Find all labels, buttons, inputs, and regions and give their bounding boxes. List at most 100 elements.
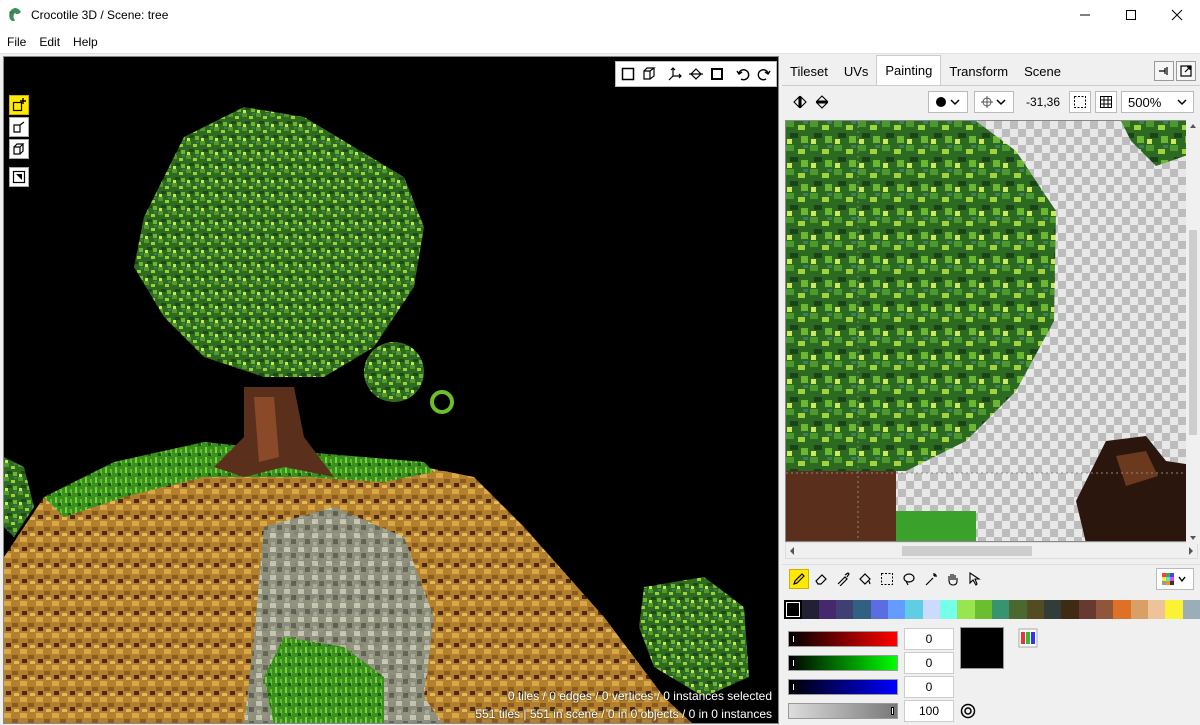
- palette-swatch[interactable]: [1061, 600, 1079, 619]
- palette-swatch[interactable]: [836, 600, 854, 619]
- tab-transform[interactable]: Transform: [941, 57, 1016, 85]
- tile-texture: [786, 121, 1197, 541]
- crosshair-icon: [981, 96, 1006, 108]
- color-wheel-icon[interactable]: [960, 703, 976, 719]
- rotate-cw-button[interactable]: [754, 64, 774, 84]
- palette-swatch[interactable]: [957, 600, 975, 619]
- palette-swatch[interactable]: [974, 600, 993, 619]
- close-button[interactable]: [1154, 0, 1200, 30]
- palette-swatch[interactable]: [1096, 600, 1114, 619]
- palette-swatch[interactable]: [818, 600, 837, 619]
- brush-size-select[interactable]: [974, 91, 1014, 113]
- cube-icon: [643, 67, 656, 80]
- palette-swatch[interactable]: [853, 600, 871, 619]
- green-channel-row: 0: [788, 652, 988, 674]
- menu-edit[interactable]: Edit: [33, 30, 66, 54]
- move-gizmo-button[interactable]: [665, 64, 685, 84]
- palette-swatch[interactable]: [870, 600, 889, 619]
- paint-tool-bar: [782, 564, 1200, 592]
- panel-popout-button[interactable]: [1176, 61, 1196, 81]
- green-value[interactable]: 0: [904, 652, 954, 674]
- square-icon: [621, 67, 635, 81]
- palette-swatch[interactable]: [784, 600, 802, 619]
- draw-face-button[interactable]: [9, 117, 29, 137]
- brush-shape-select[interactable]: [928, 91, 968, 113]
- tab-painting[interactable]: Painting: [876, 55, 942, 85]
- pencil-tool-button[interactable]: [789, 568, 809, 589]
- palette-swatch[interactable]: [1026, 600, 1045, 619]
- palette-swatch[interactable]: [905, 600, 923, 619]
- object-mode-button[interactable]: [639, 64, 659, 84]
- pan-tool-button[interactable]: [943, 569, 963, 589]
- palette-swatch[interactable]: [1113, 600, 1131, 619]
- undock-icon: [1159, 67, 1168, 75]
- current-color-preview[interactable]: [960, 627, 1014, 677]
- menu-file[interactable]: File: [1, 30, 32, 54]
- pivot-button[interactable]: [686, 64, 706, 84]
- tile-stamp-icon: [12, 170, 26, 184]
- scene-status: 551 tiles | 551 in scene / 0 in 0 object…: [475, 707, 772, 721]
- palette-swatch[interactable]: [1044, 600, 1062, 619]
- blue-slider[interactable]: [788, 679, 898, 695]
- move-selection-tool-button[interactable]: [965, 569, 985, 589]
- tab-scene[interactable]: Scene: [1016, 57, 1069, 85]
- green-slider[interactable]: [788, 655, 898, 671]
- vertical-scroll-thumb[interactable]: [1189, 230, 1197, 435]
- panel-float-button[interactable]: [1154, 61, 1174, 81]
- palette-swatch[interactable]: [1078, 600, 1097, 619]
- fill-tool-button[interactable]: [855, 569, 875, 589]
- scene-viewport[interactable]: 0 tiles / 0 edges / 0 vertices / 0 insta…: [3, 56, 779, 724]
- draw-tile-button[interactable]: [9, 95, 29, 115]
- side-panel: Tileset UVs Painting Transform Scene -31…: [782, 55, 1200, 725]
- draw-cube-button[interactable]: [9, 139, 29, 159]
- foreground-color-swatch: [960, 627, 1004, 669]
- tab-uvs[interactable]: UVs: [836, 57, 877, 85]
- scroll-left-icon: [790, 547, 794, 555]
- face-icon: [13, 121, 25, 133]
- palette-swatch[interactable]: [1165, 600, 1183, 619]
- eyedropper-tool-button[interactable]: [833, 569, 853, 589]
- rgb-mode-button[interactable]: [1018, 628, 1038, 648]
- bounding-box-button[interactable]: [707, 64, 727, 84]
- maximize-button[interactable]: [1108, 0, 1154, 30]
- palette-swatch[interactable]: [992, 600, 1010, 619]
- lasso-tool-button[interactable]: [899, 569, 919, 589]
- diamond-arrows-icon: [689, 68, 703, 80]
- tile-mode-button[interactable]: [618, 64, 638, 84]
- horizontal-scrollbar[interactable]: [785, 542, 1198, 559]
- vertical-scrollbar[interactable]: [1186, 120, 1200, 544]
- alpha-channel-row: 100: [788, 700, 988, 722]
- magic-wand-icon: [925, 572, 937, 585]
- rotate-ccw-button[interactable]: [733, 64, 753, 84]
- palette-swatch[interactable]: [1009, 600, 1027, 619]
- palette-swatch[interactable]: [1148, 600, 1166, 619]
- palette-swatch[interactable]: [888, 600, 906, 619]
- palette-swatch[interactable]: [801, 600, 819, 619]
- palette-swatch[interactable]: [922, 600, 941, 619]
- palette-menu-button[interactable]: [1156, 567, 1194, 590]
- eraser-icon: [815, 573, 827, 585]
- red-slider[interactable]: [788, 631, 898, 647]
- palette-swatch[interactable]: [1130, 600, 1149, 619]
- red-value[interactable]: 0: [904, 628, 954, 650]
- magic-wand-tool-button[interactable]: [921, 569, 941, 589]
- flip-h-icon: [793, 95, 807, 109]
- rect-select-tool-button[interactable]: [877, 569, 897, 589]
- alpha-slider[interactable]: [788, 703, 898, 719]
- flip-horizontal-button[interactable]: [790, 91, 810, 113]
- minimize-button[interactable]: [1062, 0, 1108, 30]
- menu-help[interactable]: Help: [67, 30, 104, 54]
- palette-swatch[interactable]: [940, 600, 958, 619]
- horizontal-scroll-thumb[interactable]: [902, 546, 1032, 556]
- selection-toggle-button[interactable]: [1069, 91, 1091, 113]
- paint-canvas[interactable]: [785, 120, 1198, 542]
- blue-value[interactable]: 0: [904, 676, 954, 698]
- zoom-select[interactable]: 500%: [1121, 91, 1194, 113]
- tab-tileset[interactable]: Tileset: [782, 57, 836, 85]
- tile-brush-button[interactable]: [9, 167, 29, 187]
- palette-swatch[interactable]: [1182, 600, 1200, 619]
- eraser-tool-button[interactable]: [811, 569, 831, 589]
- flip-vertical-button[interactable]: [812, 91, 832, 113]
- grid-toggle-button[interactable]: [1095, 91, 1117, 113]
- alpha-value[interactable]: 100: [904, 700, 954, 722]
